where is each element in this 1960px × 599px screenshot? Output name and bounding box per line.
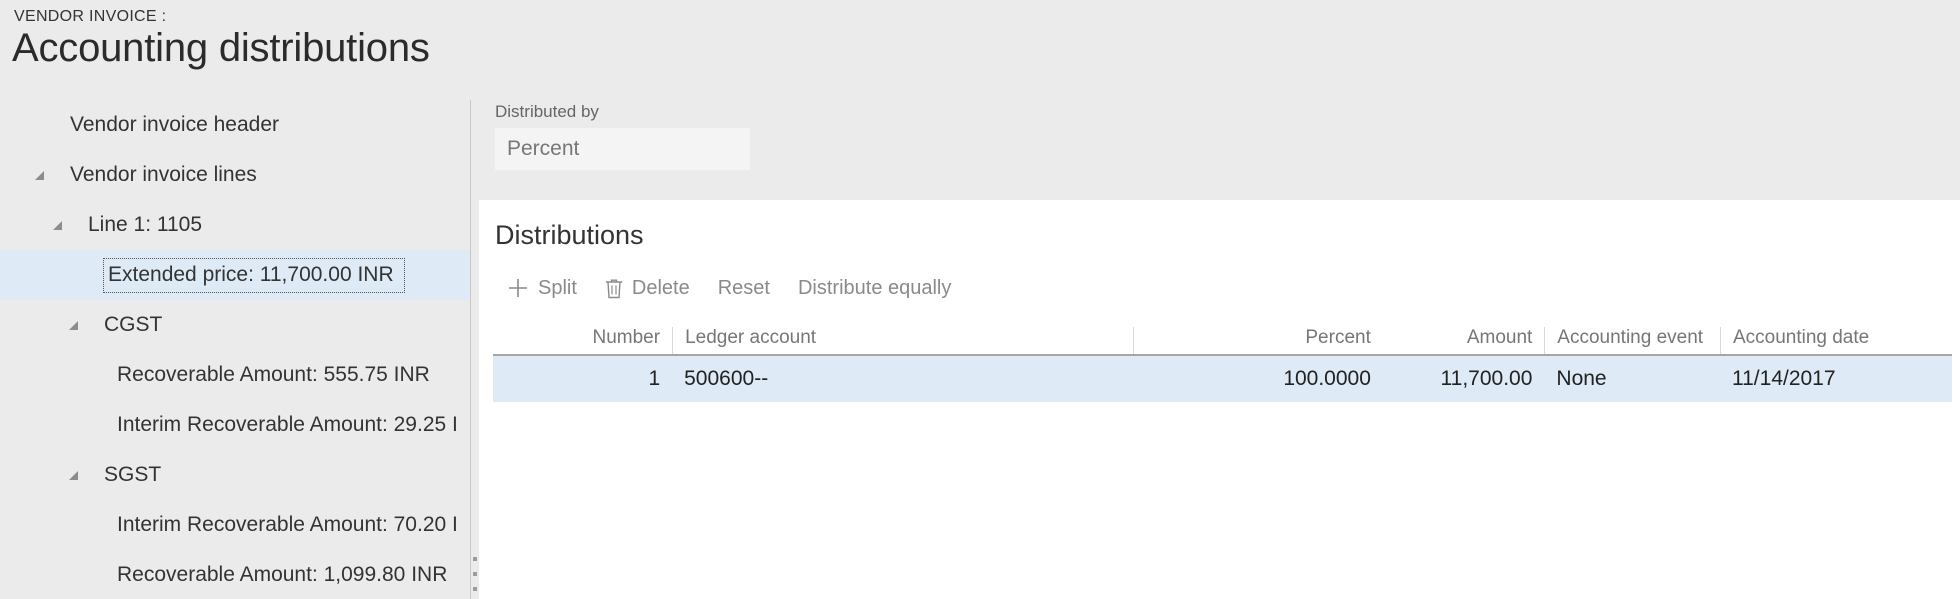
tree-item[interactable]: CGST xyxy=(0,300,470,350)
tree-item[interactable]: Interim Recoverable Amount: 29.25 I xyxy=(0,400,470,450)
tree-item-label: Vendor invoice lines xyxy=(70,163,257,186)
column-header-accounting-date[interactable]: Accounting date xyxy=(1719,327,1952,354)
column-header-accounting-event[interactable]: Accounting event xyxy=(1544,327,1720,354)
reset-button[interactable]: Reset xyxy=(704,268,784,308)
tree-item-label: Vendor invoice header xyxy=(70,113,279,136)
distributed-by-label: Distributed by xyxy=(495,102,599,121)
reset-button-label: Reset xyxy=(717,276,770,299)
column-header-number[interactable]: Number xyxy=(493,327,672,354)
table-row[interactable]: 1 500600-- 100.0000 11,700.00 None 11/14/2017 xyxy=(493,356,1952,402)
column-header-ledger-account[interactable]: Ledger account xyxy=(672,327,1133,354)
tree-item[interactable]: SGST xyxy=(0,450,470,500)
table-body: 1 500600-- 100.0000 11,700.00 None 11/14/2017 xyxy=(493,356,1952,402)
cell-percent[interactable]: 100.0000 xyxy=(1133,367,1383,391)
tree-item-label: Extended price: 11,700.00 INR xyxy=(103,257,405,293)
cell-amount[interactable]: 11,700.00 xyxy=(1383,367,1545,391)
table-header-row: Number Ledger account Percent Amount Acc… xyxy=(493,322,1952,356)
distributed-by-field[interactable]: Percent xyxy=(495,128,750,170)
breadcrumb: VENDOR INVOICE : xyxy=(14,8,167,25)
cell-ledger-account[interactable]: 500600-- xyxy=(672,367,1133,391)
distributions-toolbar: Split Delete Reset Distribute equally xyxy=(493,268,965,308)
distributions-panel: Distributions Split Delete Reset Distrib… xyxy=(479,200,1960,599)
invoice-structure-tree: Vendor invoice header Vendor invoice line… xyxy=(0,100,470,599)
expand-collapse-arrow-icon[interactable] xyxy=(64,316,82,334)
page-title: Accounting distributions xyxy=(12,26,430,70)
expand-collapse-arrow-icon[interactable] xyxy=(48,216,66,234)
tree-item[interactable]: Line 1: 1105 xyxy=(0,200,470,250)
trash-icon xyxy=(605,278,623,299)
panel-splitter[interactable] xyxy=(470,100,479,599)
tree-item-label: Interim Recoverable Amount: 29.25 I xyxy=(117,413,458,436)
tree-item[interactable]: Vendor invoice header xyxy=(0,100,470,150)
delete-button-label: Delete xyxy=(631,276,690,299)
distributions-section-title: Distributions xyxy=(495,220,644,250)
tree-item[interactable]: Extended price: 11,700.00 INR xyxy=(0,250,470,300)
accounting-distributions-page: VENDOR INVOICE : Accounting distribution… xyxy=(0,0,1960,599)
tree-item[interactable]: Recoverable Amount: 1,099.80 INR xyxy=(0,550,470,599)
tree-item-label: CGST xyxy=(104,313,163,336)
tree-item-label: Recoverable Amount: 555.75 INR xyxy=(117,363,430,386)
tree-item[interactable]: Interim Recoverable Amount: 70.20 I xyxy=(0,500,470,550)
split-button[interactable]: Split xyxy=(493,268,591,308)
distribute-equally-button[interactable]: Distribute equally xyxy=(784,268,965,308)
split-button-label: Split xyxy=(538,276,577,299)
column-header-percent[interactable]: Percent xyxy=(1133,327,1383,354)
splitter-grip-icon xyxy=(473,557,478,591)
tree-item-label: SGST xyxy=(104,463,162,486)
distribute-equally-button-label: Distribute equally xyxy=(797,276,952,299)
expand-collapse-arrow-icon[interactable] xyxy=(30,166,48,184)
distributions-table: Number Ledger account Percent Amount Acc… xyxy=(493,322,1952,402)
plus-icon xyxy=(507,277,529,299)
tree-item[interactable]: Vendor invoice lines xyxy=(0,150,470,200)
delete-button[interactable]: Delete xyxy=(591,268,704,308)
tree-item[interactable]: Recoverable Amount: 555.75 INR xyxy=(0,350,470,400)
expand-collapse-arrow-icon[interactable] xyxy=(64,466,82,484)
column-header-amount[interactable]: Amount xyxy=(1383,327,1544,354)
cell-accounting-event[interactable]: None xyxy=(1544,367,1720,391)
tree-item-label: Interim Recoverable Amount: 70.20 I xyxy=(117,513,458,536)
cell-accounting-date[interactable]: 11/14/2017 xyxy=(1720,367,1952,391)
cell-number[interactable]: 1 xyxy=(493,367,672,391)
tree-item-label: Line 1: 1105 xyxy=(88,213,203,236)
tree-item-label: Recoverable Amount: 1,099.80 INR xyxy=(117,563,448,586)
